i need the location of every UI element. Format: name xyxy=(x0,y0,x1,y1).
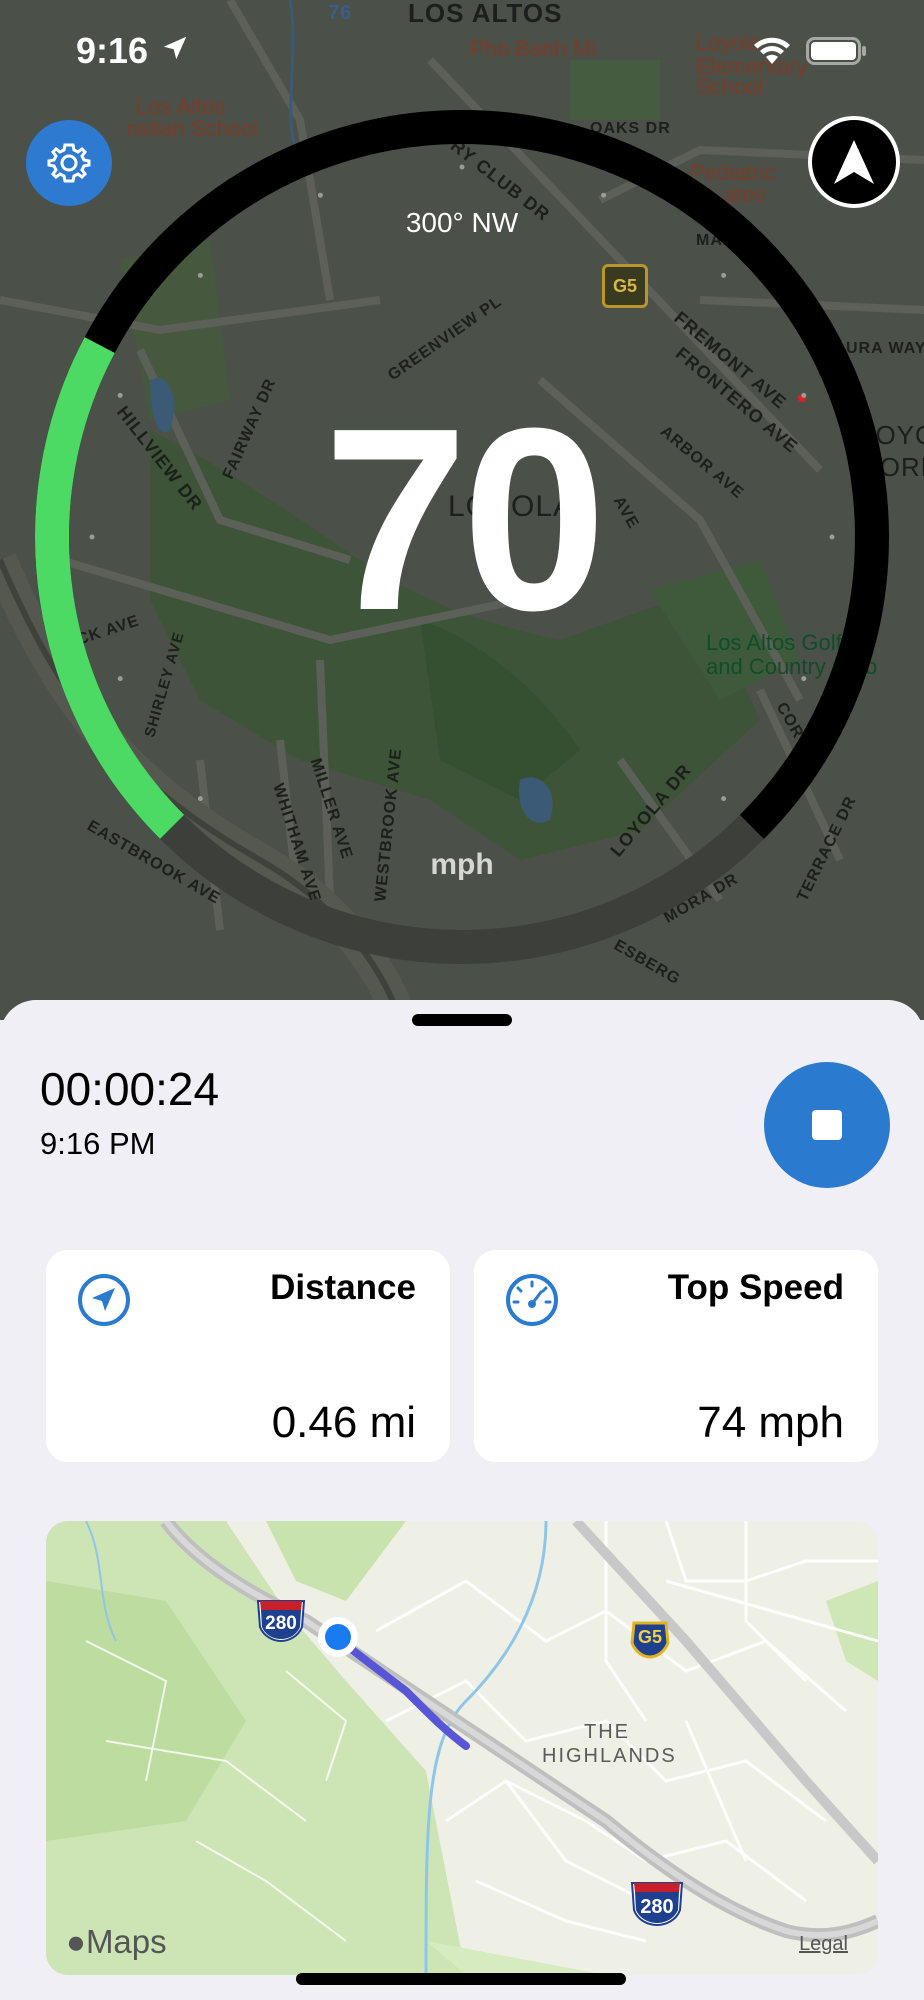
gauge-tick xyxy=(317,192,323,198)
maps-logo-text: Maps xyxy=(85,1923,167,1960)
top-speed-title: Top Speed xyxy=(667,1268,844,1307)
route-g5-shield-mini: G5 xyxy=(628,1617,672,1661)
highway-280-shield-2: 280 xyxy=(628,1879,686,1927)
location-services-icon xyxy=(163,36,187,60)
status-bar: 9:16 xyxy=(0,0,924,100)
status-time: 9:16 xyxy=(76,30,149,71)
gauge-tick xyxy=(801,676,807,682)
stop-icon xyxy=(812,1110,842,1140)
wifi-icon xyxy=(754,37,790,64)
home-indicator xyxy=(296,1973,626,1985)
navigation-button[interactable] xyxy=(808,116,900,208)
speed-unit: mph xyxy=(430,848,494,881)
sheet-grabber[interactable] xyxy=(412,1014,512,1026)
route-map-graphic xyxy=(46,1521,878,1975)
heading-readout: 300° NW xyxy=(405,207,519,238)
battery-icon xyxy=(806,37,866,65)
area-label-highlands: HIGHLANDS xyxy=(542,1745,677,1767)
top-speed-card: Top Speed 74 mph xyxy=(474,1250,878,1462)
distance-value: 0.46 mi xyxy=(271,1398,416,1447)
speed-value: 70 xyxy=(323,375,606,665)
gauge-tick xyxy=(197,796,203,802)
elapsed-time: 00:00:24 xyxy=(40,1063,220,1115)
app-screen: LOS ALTOS 76 Pho Banh Mi Loyola Elementa… xyxy=(0,0,924,2000)
gauge-tick xyxy=(601,192,607,198)
gauge-tick xyxy=(197,272,203,278)
speedometer-icon xyxy=(506,1274,558,1326)
speed-gauge: 300° NW 70 mph xyxy=(0,0,924,1000)
apple-maps-logo: ●Maps xyxy=(66,1923,167,1961)
top-speed-value: 74 mph xyxy=(697,1398,844,1447)
gauge-tick xyxy=(721,272,727,278)
route-map[interactable]: 280 G5 280 THE HIGHLANDS ●Maps Legal xyxy=(46,1521,878,1975)
distance-card: Distance 0.46 mi xyxy=(46,1250,450,1462)
apple-logo-icon: ● xyxy=(66,1923,86,1960)
highway-280-label-2: 280 xyxy=(640,1896,674,1918)
area-label-the: THE xyxy=(584,1721,630,1743)
legal-link[interactable]: Legal xyxy=(799,1933,848,1956)
distance-title: Distance xyxy=(270,1268,416,1307)
settings-button[interactable] xyxy=(26,120,112,206)
gauge-tick xyxy=(459,164,465,170)
stop-button[interactable] xyxy=(764,1062,890,1188)
route-g5-label: G5 xyxy=(637,1627,662,1647)
highway-280-label-1: 280 xyxy=(265,1613,297,1634)
gauge-tick xyxy=(117,676,123,682)
gauge-tick xyxy=(721,796,727,802)
navigation-arrow-icon xyxy=(834,140,874,184)
trip-sheet[interactable]: 00:00:24 9:16 PM Distance 0.46 mi Top Sp… xyxy=(0,1000,924,2000)
highway-280-shield-1: 280 xyxy=(254,1597,308,1643)
location-arrow-icon xyxy=(78,1274,130,1326)
gear-icon xyxy=(47,143,91,183)
current-time: 9:16 PM xyxy=(40,1126,156,1161)
